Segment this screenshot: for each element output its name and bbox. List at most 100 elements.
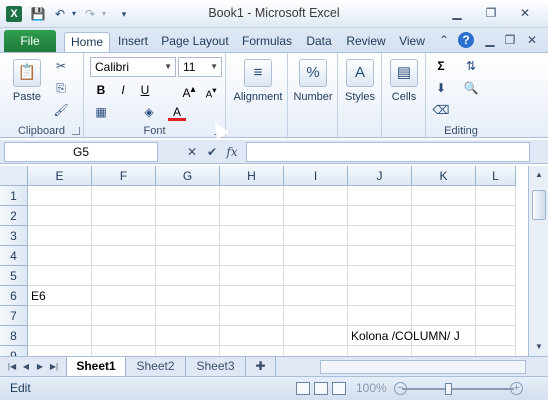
tab-data[interactable]: Data (302, 32, 336, 52)
fill-color-icon[interactable]: ◈ (140, 103, 158, 121)
cell-f4[interactable] (92, 246, 156, 266)
cell-k9[interactable] (412, 346, 476, 356)
cell-k5[interactable] (412, 266, 476, 286)
minimize-ribbon-icon[interactable]: ⌃ (436, 32, 452, 48)
cell-i7[interactable] (284, 306, 348, 326)
cell-j4[interactable] (348, 246, 412, 266)
cell-l9[interactable] (476, 346, 516, 356)
tab-formulas[interactable]: Formulas (238, 32, 296, 52)
cell-e8[interactable] (28, 326, 92, 346)
row-header-4[interactable]: 4 (0, 246, 28, 266)
cell-g9[interactable] (156, 346, 220, 356)
close-icon[interactable]: ✕ (512, 4, 538, 22)
restore-icon[interactable]: ❐ (478, 4, 504, 22)
cell-k4[interactable] (412, 246, 476, 266)
number-button[interactable]: % Number (290, 59, 336, 103)
bold-button[interactable]: B (92, 81, 110, 99)
sheet-tab-2[interactable]: Sheet2 (126, 357, 186, 376)
sheet-tab-3[interactable]: Sheet3 (186, 357, 246, 376)
cell-g7[interactable] (156, 306, 220, 326)
cell-g3[interactable] (156, 226, 220, 246)
cell-l7[interactable] (476, 306, 516, 326)
cell-f1[interactable] (92, 186, 156, 206)
sort-filter-icon[interactable]: ⇅ (462, 57, 480, 75)
font-name-dropdown[interactable]: Calibri ▼ (90, 57, 176, 77)
cell-i3[interactable] (284, 226, 348, 246)
cell-e5[interactable] (28, 266, 92, 286)
cell-g6[interactable] (156, 286, 220, 306)
zoom-slider-knob[interactable] (445, 383, 452, 395)
tab-insert[interactable]: Insert (114, 32, 152, 52)
column-header-g[interactable]: G (156, 166, 220, 186)
cell-f8[interactable] (92, 326, 156, 346)
select-all-corner[interactable] (0, 166, 28, 186)
zoom-in-icon[interactable]: + (510, 382, 523, 395)
cell-h9[interactable] (220, 346, 284, 356)
autosum-icon[interactable]: Σ (432, 57, 450, 75)
copy-icon[interactable]: ⎘ (52, 79, 70, 97)
cell-k7[interactable] (412, 306, 476, 326)
insert-sheet-icon[interactable]: ✚ (246, 357, 276, 376)
cell-h8[interactable] (220, 326, 284, 346)
cell-k3[interactable] (412, 226, 476, 246)
tab-review[interactable]: Review (344, 32, 388, 52)
column-header-e[interactable]: E (28, 166, 92, 186)
cell-f2[interactable] (92, 206, 156, 226)
grow-font-icon[interactable]: A▴ (180, 81, 198, 100)
cell-j6[interactable] (348, 286, 412, 306)
help-icon[interactable]: ? (458, 32, 474, 48)
clipboard-launcher-icon[interactable] (72, 127, 80, 135)
cell-l6[interactable] (476, 286, 516, 306)
cell-f6[interactable] (92, 286, 156, 306)
cell-l8[interactable] (476, 326, 516, 346)
tab-file[interactable]: File (4, 30, 56, 52)
column-header-i[interactable]: I (284, 166, 348, 186)
format-painter-icon[interactable]: 🖌 (52, 101, 70, 119)
column-header-j[interactable]: J (348, 166, 412, 186)
shrink-font-icon[interactable]: A▾ (202, 81, 220, 100)
cell-h3[interactable] (220, 226, 284, 246)
enter-icon[interactable]: ✔ (204, 144, 220, 160)
cell-l2[interactable] (476, 206, 516, 226)
scroll-up-icon[interactable]: ▲ (531, 168, 547, 182)
italic-button[interactable]: I (114, 81, 132, 99)
alignment-button[interactable]: ≡ Alignment (230, 59, 286, 103)
styles-button[interactable]: A Styles (340, 59, 380, 103)
row-header-5[interactable]: 5 (0, 266, 28, 286)
cell-i5[interactable] (284, 266, 348, 286)
find-select-icon[interactable]: 🔍 (462, 79, 480, 97)
cell-k1[interactable] (412, 186, 476, 206)
workbook-minimize-icon[interactable]: ▁ (482, 32, 498, 48)
cell-e6[interactable]: E6 (28, 286, 92, 306)
clear-icon[interactable]: ⌫ (432, 101, 450, 119)
font-size-dropdown[interactable]: 11 ▼ (178, 57, 222, 77)
cell-e9[interactable] (28, 346, 92, 356)
cell-k2[interactable] (412, 206, 476, 226)
minimize-icon[interactable]: ▁ (444, 4, 470, 22)
next-sheet-icon[interactable]: ▶ (34, 360, 46, 374)
row-header-6[interactable]: 6 (0, 286, 28, 306)
row-header-1[interactable]: 1 (0, 186, 28, 206)
name-box[interactable]: G5 (4, 142, 158, 162)
prev-sheet-icon[interactable]: ◀ (20, 360, 32, 374)
cell-g5[interactable] (156, 266, 220, 286)
cell-i9[interactable] (284, 346, 348, 356)
cell-l3[interactable] (476, 226, 516, 246)
cell-h4[interactable] (220, 246, 284, 266)
cell-f5[interactable] (92, 266, 156, 286)
row-header-2[interactable]: 2 (0, 206, 28, 226)
row-header-3[interactable]: 3 (0, 226, 28, 246)
cell-j5[interactable] (348, 266, 412, 286)
cell-e4[interactable] (28, 246, 92, 266)
cell-g1[interactable] (156, 186, 220, 206)
column-header-h[interactable]: H (220, 166, 284, 186)
last-sheet-icon[interactable]: ▶| (48, 360, 60, 374)
zoom-level[interactable]: 100% (356, 381, 387, 395)
cut-icon[interactable]: ✂ (52, 57, 70, 75)
cell-f7[interactable] (92, 306, 156, 326)
page-layout-view-icon[interactable] (314, 382, 328, 395)
cell-f3[interactable] (92, 226, 156, 246)
cell-h1[interactable] (220, 186, 284, 206)
cell-j7[interactable] (348, 306, 412, 326)
column-header-l[interactable]: L (476, 166, 516, 186)
